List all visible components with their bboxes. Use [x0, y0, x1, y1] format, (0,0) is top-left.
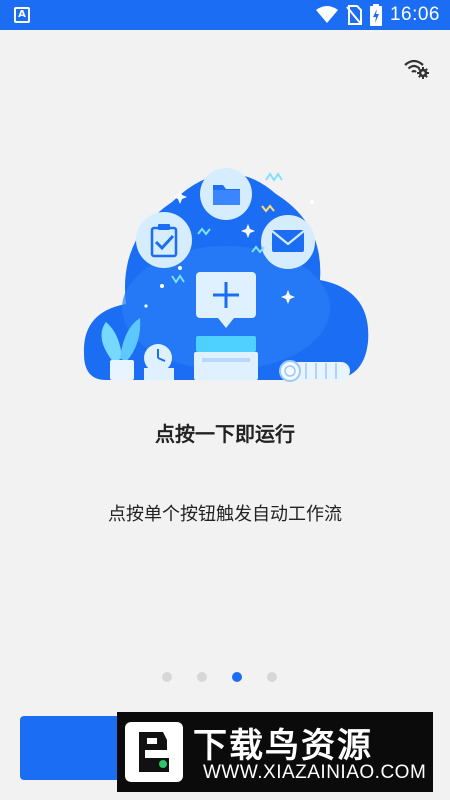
wifi-settings-button[interactable]: [402, 56, 430, 80]
app-notification-icon: A: [14, 7, 30, 23]
clipboard-check-icon: [136, 212, 192, 268]
page-dot-1[interactable]: [162, 672, 172, 682]
watermark-title: 下载鸟资源: [193, 726, 373, 766]
folder-icon: [200, 168, 252, 220]
hero-illustration: [76, 158, 376, 388]
onboarding-title: 点按一下即运行: [155, 422, 295, 446]
no-sim-icon: [346, 5, 362, 25]
mail-icon: [261, 215, 315, 269]
page-dot-3-active[interactable]: [232, 672, 242, 682]
bird-logo-icon: [125, 722, 183, 782]
page-indicator: [0, 672, 450, 684]
page-dot-4[interactable]: [267, 672, 277, 682]
status-bar: A 16:06: [0, 0, 450, 30]
battery-charging-icon: [369, 4, 382, 26]
wifi-icon: [315, 6, 338, 23]
watermark-url: WWW.XIAZAINIAO.COM: [203, 762, 427, 783]
watermark-banner: 下载鸟资源 WWW.XIAZAINIAO.COM: [117, 712, 433, 792]
log-roll-icon: [279, 360, 350, 382]
status-icons: 16:06: [315, 0, 440, 30]
wifi-settings-icon: [404, 59, 429, 79]
page-dot-2[interactable]: [197, 672, 207, 682]
status-time: 16:06: [389, 4, 440, 25]
onboarding-subtitle: 点按单个按钮触发自动工作流: [108, 504, 342, 525]
